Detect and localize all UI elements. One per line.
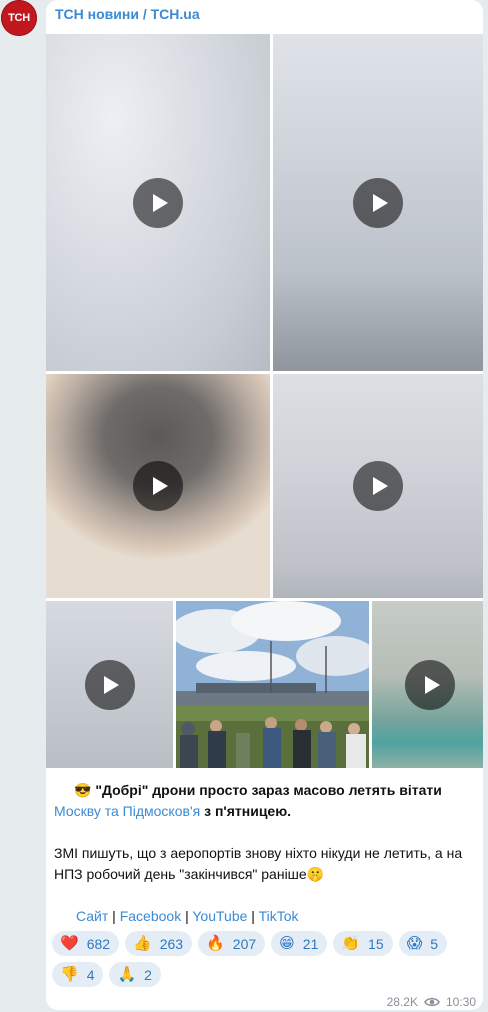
scream-icon: 😱	[406, 934, 423, 952]
reaction-count: 5	[430, 935, 439, 952]
reaction-thumbs-up[interactable]: 👍 263	[125, 931, 193, 956]
message-meta: 28.2K 10:30	[387, 995, 476, 1009]
site-link[interactable]: Сайт	[76, 908, 108, 924]
media-photo-crowd[interactable]	[176, 601, 369, 768]
play-icon	[152, 477, 168, 495]
link-separator: |	[247, 908, 259, 924]
heart-icon: ❤️	[60, 934, 79, 952]
play-icon	[424, 675, 440, 694]
caption-headline: "Добрі" дрони просто зараз масово летять…	[91, 782, 442, 798]
play-icon	[372, 193, 388, 212]
reaction-count: 21	[302, 935, 319, 952]
reaction-clap[interactable]: 👏 15	[333, 931, 393, 956]
play-button[interactable]	[353, 461, 403, 511]
grin-icon: 😁	[279, 934, 295, 952]
reaction-count: 682	[86, 935, 111, 952]
reaction-thumbs-down[interactable]: 👎 4	[52, 962, 104, 987]
channel-name[interactable]: ТСН новини / TCH.ua	[55, 6, 200, 22]
reaction-fire[interactable]: 🔥 207	[198, 931, 266, 956]
media-video-3[interactable]	[46, 374, 270, 598]
eye-icon	[424, 997, 440, 1007]
channel-avatar[interactable]: ТСН	[1, 0, 37, 36]
reaction-count: 4	[86, 966, 95, 983]
facebook-link[interactable]: Facebook	[120, 908, 181, 924]
caption-body: ЗМІ пишуть, що з аеропортів знову ніхто …	[54, 845, 463, 882]
tiktok-link[interactable]: TikTok	[259, 908, 299, 924]
media-video-4[interactable]	[273, 374, 483, 598]
reaction-scream[interactable]: 😱 5	[398, 931, 448, 956]
reactions-bar: ❤️ 682 👍 263 🔥 207 😁 21 👏 15 😱 5 👎 4 🙏 2	[52, 931, 477, 987]
play-button[interactable]	[353, 177, 403, 228]
play-icon	[372, 477, 388, 495]
thumbs-up-icon: 👍	[133, 934, 152, 952]
crowd-photo	[176, 601, 369, 768]
play-button[interactable]	[84, 659, 135, 710]
reaction-count: 207	[232, 935, 257, 952]
reaction-grin[interactable]: 😁 21	[271, 931, 328, 956]
message-time: 10:30	[445, 995, 476, 1009]
media-video-5[interactable]	[46, 601, 173, 768]
play-button[interactable]	[133, 461, 183, 511]
play-button[interactable]	[133, 177, 183, 228]
thumbs-down-icon: 👎	[60, 965, 79, 983]
youtube-link[interactable]: YouTube	[192, 908, 247, 924]
reaction-count: 2	[144, 966, 152, 983]
message-caption: 😎 "Добрі" дрони просто зараз масово летя…	[54, 780, 474, 927]
reaction-heart[interactable]: ❤️ 682	[52, 931, 120, 956]
caption-headline-end: з п'ятницею.	[200, 803, 292, 819]
media-video-1[interactable]	[46, 34, 270, 371]
sunglasses-emoji-icon: 😎	[74, 782, 92, 798]
view-count: 28.2K	[386, 995, 418, 1009]
play-icon	[152, 193, 168, 212]
reaction-count: 15	[368, 935, 384, 952]
play-icon	[104, 675, 119, 694]
fire-icon: 🔥	[206, 934, 225, 952]
play-button[interactable]	[405, 659, 455, 710]
reaction-pray[interactable]: 🙏 2	[109, 962, 161, 987]
link-separator: |	[181, 908, 193, 924]
message-bubble: ТСН новини / TCH.ua 😎 "Добрі" дрони прос…	[46, 0, 483, 1010]
media-video-7[interactable]	[372, 601, 483, 768]
media-video-2[interactable]	[273, 34, 483, 371]
pray-icon: 🙏	[117, 965, 137, 983]
moscow-link[interactable]: Москву та Підмосков'я	[54, 803, 200, 819]
reaction-count: 263	[159, 935, 184, 952]
clap-icon: 👏	[341, 934, 361, 952]
link-separator: |	[108, 908, 120, 924]
shush-emoji-icon: 🤫	[306, 866, 325, 882]
